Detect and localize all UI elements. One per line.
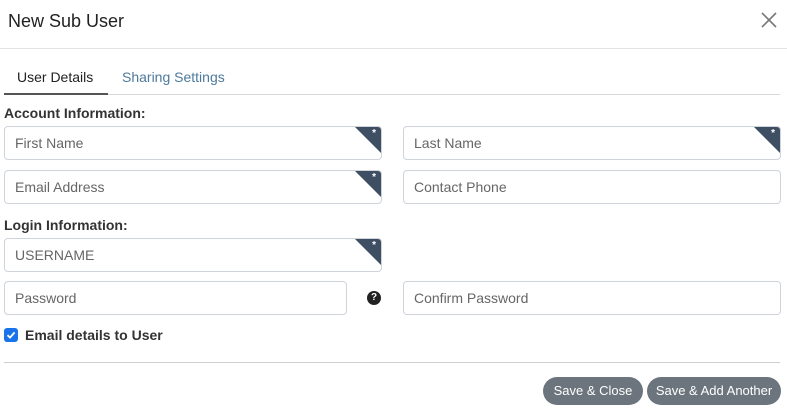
- required-corner: [355, 171, 381, 197]
- required-corner: [355, 239, 381, 265]
- first-name-field[interactable]: *: [4, 126, 382, 160]
- first-name-input[interactable]: [5, 127, 381, 159]
- checkmark-icon: [6, 331, 16, 339]
- last-name-input[interactable]: [404, 127, 780, 159]
- password-field[interactable]: [4, 281, 347, 315]
- contact-phone-input[interactable]: [404, 171, 780, 203]
- footer-divider: [4, 362, 780, 363]
- last-name-field[interactable]: *: [403, 126, 781, 160]
- email-details-checkbox[interactable]: [4, 328, 18, 342]
- required-marker: *: [372, 172, 376, 183]
- close-icon: [761, 12, 777, 28]
- login-information-heading: Login Information:: [4, 217, 128, 233]
- confirm-password-input[interactable]: [404, 282, 780, 314]
- tab-bar: User Details Sharing Settings: [4, 60, 780, 95]
- email-address-input[interactable]: [5, 171, 381, 203]
- required-marker: *: [771, 128, 775, 139]
- tab-sharing-settings[interactable]: Sharing Settings: [109, 60, 238, 95]
- contact-phone-field[interactable]: [403, 170, 781, 204]
- required-corner: [754, 127, 780, 153]
- account-information-heading: Account Information:: [4, 105, 146, 121]
- required-marker: *: [372, 128, 376, 139]
- email-details-label[interactable]: Email details to User: [25, 327, 163, 343]
- tab-user-details[interactable]: User Details: [4, 60, 108, 95]
- username-input[interactable]: [5, 239, 381, 271]
- save-close-button[interactable]: Save & Close: [543, 377, 643, 405]
- question-circle-icon[interactable]: ?: [367, 291, 381, 305]
- modal-title: New Sub User: [8, 11, 125, 31]
- username-field[interactable]: *: [4, 238, 382, 272]
- close-button[interactable]: [759, 10, 779, 30]
- email-address-field[interactable]: *: [4, 170, 382, 204]
- required-corner: [355, 127, 381, 153]
- required-marker: *: [372, 240, 376, 251]
- modal-header: New Sub User: [0, 0, 787, 49]
- password-input[interactable]: [5, 282, 346, 314]
- confirm-password-field[interactable]: [403, 281, 781, 315]
- save-add-another-button[interactable]: Save & Add Another: [647, 377, 781, 405]
